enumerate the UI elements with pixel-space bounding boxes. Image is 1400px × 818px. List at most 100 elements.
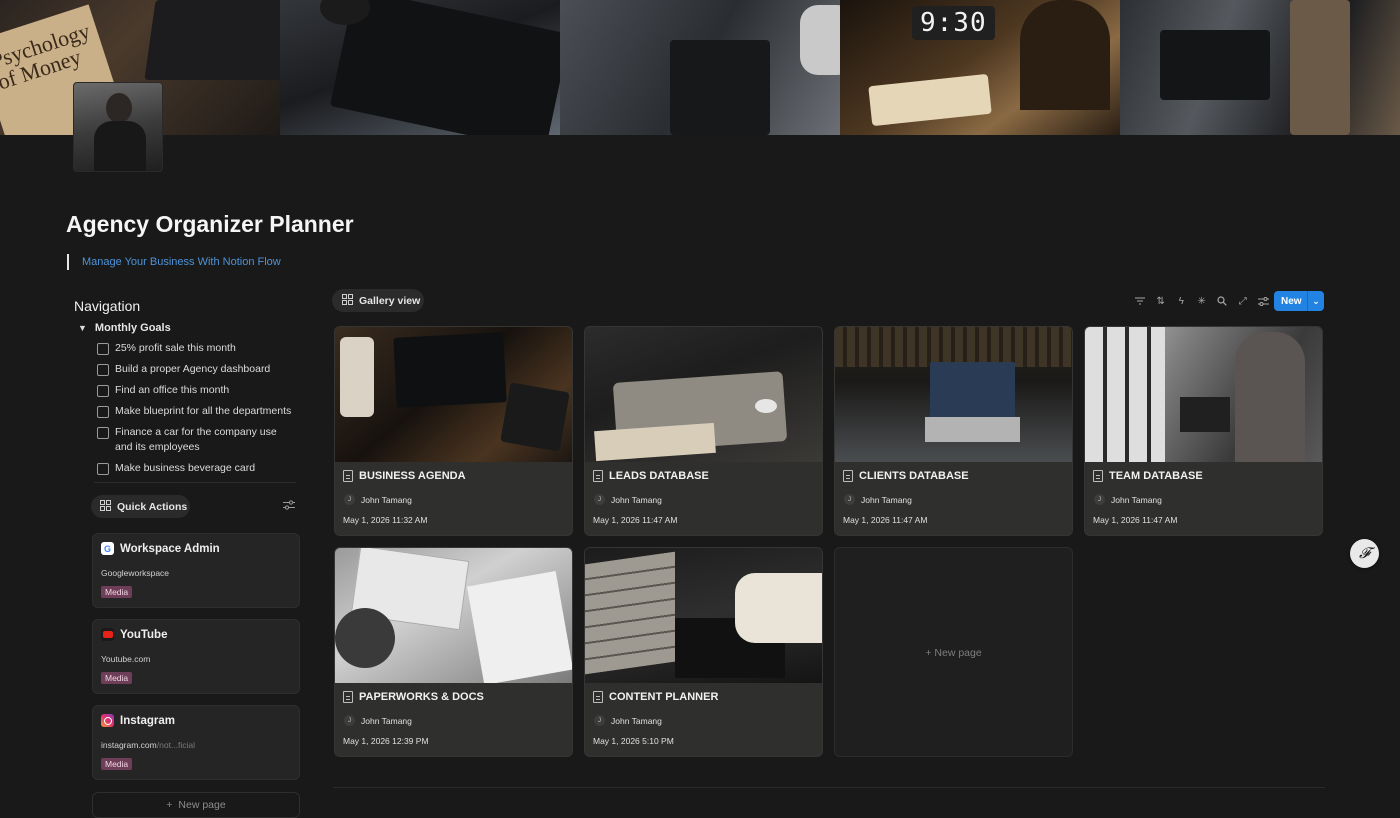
cover-photo-clock: 9:30 bbox=[840, 0, 1120, 135]
todo-text: Find an office this month bbox=[115, 384, 230, 396]
todo-item: Make blueprint for all the departments bbox=[97, 404, 297, 419]
quick-actions-new-page-button[interactable]: + New page bbox=[92, 792, 300, 818]
chevron-down-icon[interactable]: ⌄ bbox=[1308, 296, 1324, 307]
card-url[interactable]: Youtube.com bbox=[101, 654, 150, 664]
card-date: May 1, 2026 11:47 AM bbox=[593, 515, 678, 525]
card-cover-image bbox=[335, 327, 572, 462]
card-date: May 1, 2026 5:10 PM bbox=[593, 736, 674, 746]
quick-action-card-youtube[interactable]: YouTube Youtube.com Media bbox=[92, 619, 300, 694]
todo-checkbox[interactable] bbox=[97, 462, 109, 475]
todo-text: Build a proper Agency dashboard bbox=[115, 363, 271, 375]
quick-actions-label: Quick Actions bbox=[117, 500, 188, 513]
card-name: Instagram bbox=[120, 714, 175, 727]
gallery-card[interactable]: CLIENTS DATABASE J John Tamang May 1, 20… bbox=[834, 326, 1073, 536]
todo-item: Make business beverage card bbox=[97, 461, 297, 476]
user-avatar: J bbox=[594, 715, 605, 726]
card-url[interactable]: instagram.com/not...ficial bbox=[101, 740, 195, 750]
sliders-icon[interactable] bbox=[283, 500, 295, 513]
card-name: Workspace Admin bbox=[120, 542, 220, 555]
card-person: J John Tamang bbox=[344, 494, 412, 505]
new-button-label[interactable]: New bbox=[1274, 296, 1307, 307]
todo-checkbox[interactable] bbox=[97, 342, 109, 355]
person-name: John Tamang bbox=[361, 715, 412, 726]
card-cover-image bbox=[1085, 327, 1322, 462]
card-date: May 1, 2026 11:47 AM bbox=[843, 515, 928, 525]
user-avatar: J bbox=[1094, 494, 1105, 505]
notion-ai-help-button[interactable]: 𝓕 bbox=[1350, 539, 1379, 568]
card-person: J John Tamang bbox=[344, 715, 412, 726]
todo-checkbox[interactable] bbox=[97, 384, 109, 397]
card-url[interactable]: Googleworkspace bbox=[101, 568, 169, 578]
cover-clock-text: 9:30 bbox=[912, 6, 995, 40]
quick-actions-view-tab[interactable]: Quick Actions bbox=[91, 495, 190, 518]
person-name: John Tamang bbox=[1111, 494, 1162, 505]
page-quote: Manage Your Business With Notion Flow bbox=[67, 254, 281, 270]
search-icon[interactable] bbox=[1212, 294, 1233, 308]
gallery-card[interactable]: BUSINESS AGENDA J John Tamang May 1, 202… bbox=[334, 326, 573, 536]
filter-icon[interactable] bbox=[1130, 294, 1151, 308]
card-cover-image bbox=[585, 327, 822, 462]
gallery-card[interactable]: LEADS DATABASE J John Tamang May 1, 2026… bbox=[584, 326, 823, 536]
card-person: J John Tamang bbox=[594, 494, 662, 505]
todo-text: Make business beverage card bbox=[115, 462, 256, 474]
gallery-card[interactable]: TEAM DATABASE J John Tamang May 1, 2026 … bbox=[1084, 326, 1323, 536]
grid-icon bbox=[100, 499, 111, 514]
page-icon-avatar[interactable] bbox=[73, 82, 163, 172]
card-title: TEAM DATABASE bbox=[1093, 470, 1203, 482]
youtube-icon bbox=[101, 628, 114, 641]
person-name: John Tamang bbox=[611, 494, 662, 505]
card-cover-image bbox=[835, 327, 1072, 462]
todo-text: Make blueprint for all the departments bbox=[115, 405, 292, 417]
media-tag: Media bbox=[101, 586, 133, 598]
page-icon bbox=[343, 691, 353, 703]
navigation-heading: Navigation bbox=[74, 298, 141, 314]
card-person: J John Tamang bbox=[1094, 494, 1162, 505]
page-icon bbox=[343, 470, 353, 482]
todo-item: Find an office this month bbox=[97, 383, 297, 398]
gallery-view-tab[interactable]: Gallery view bbox=[332, 289, 424, 312]
divider bbox=[94, 482, 296, 483]
card-header: G Workspace Admin bbox=[101, 542, 220, 555]
media-tag: Media bbox=[101, 758, 133, 770]
expand-icon[interactable]: ⤢ bbox=[1233, 294, 1254, 308]
card-cover-image bbox=[335, 548, 572, 683]
quick-action-card-instagram[interactable]: Instagram instagram.com/not...ficial Med… bbox=[92, 705, 300, 780]
magic-wand-icon[interactable]: ✳ bbox=[1192, 294, 1213, 308]
todo-checkbox[interactable] bbox=[97, 363, 109, 376]
lightning-icon[interactable]: ϟ bbox=[1171, 294, 1192, 308]
monthly-goals-label: Monthly Goals bbox=[94, 322, 171, 334]
settings-sliders-icon[interactable] bbox=[1253, 294, 1274, 308]
todo-text: 25% profit sale this month bbox=[115, 342, 236, 354]
gallery-new-page-card[interactable]: + New page bbox=[834, 547, 1073, 757]
card-title: CLIENTS DATABASE bbox=[843, 470, 969, 482]
plus-icon: + bbox=[166, 799, 173, 811]
person-name: John Tamang bbox=[611, 715, 662, 726]
todo-item: Finance a car for the company use and it… bbox=[97, 425, 297, 455]
toggle-triangle-icon[interactable]: ▼ bbox=[78, 323, 87, 333]
user-avatar: J bbox=[594, 494, 605, 505]
card-person: J John Tamang bbox=[594, 715, 662, 726]
page-icon bbox=[593, 470, 603, 482]
page-title[interactable]: Agency Organizer Planner bbox=[66, 211, 354, 238]
media-tag: Media bbox=[101, 672, 133, 684]
new-button[interactable]: New ⌄ bbox=[1274, 291, 1324, 311]
card-title: PAPERWORKS & DOCS bbox=[343, 691, 484, 703]
user-avatar: J bbox=[344, 494, 355, 505]
card-date: May 1, 2026 12:39 PM bbox=[343, 736, 429, 746]
ai-face-icon: 𝓕 bbox=[1358, 545, 1371, 562]
gallery-card[interactable]: CONTENT PLANNER J John Tamang May 1, 202… bbox=[584, 547, 823, 757]
monthly-goals-toggle[interactable]: ▼ Monthly Goals bbox=[78, 322, 171, 334]
todo-checkbox[interactable] bbox=[97, 405, 109, 418]
gallery-card[interactable]: PAPERWORKS & DOCS J John Tamang May 1, 2… bbox=[334, 547, 573, 757]
todo-checkbox[interactable] bbox=[97, 426, 109, 439]
sort-icon[interactable]: ⇅ bbox=[1151, 294, 1172, 308]
new-page-label: New page bbox=[178, 799, 226, 811]
card-header: Instagram bbox=[101, 714, 175, 727]
card-cover-image bbox=[585, 548, 822, 683]
quick-action-card-workspace-admin[interactable]: G Workspace Admin Googleworkspace Media bbox=[92, 533, 300, 608]
card-date: May 1, 2026 11:47 AM bbox=[1093, 515, 1178, 525]
card-title: BUSINESS AGENDA bbox=[343, 470, 466, 482]
page-icon bbox=[1093, 470, 1103, 482]
new-page-placeholder[interactable]: + New page bbox=[835, 647, 1072, 659]
database-toolbar: ⇅ ϟ ✳ ⤢ bbox=[1130, 294, 1274, 308]
